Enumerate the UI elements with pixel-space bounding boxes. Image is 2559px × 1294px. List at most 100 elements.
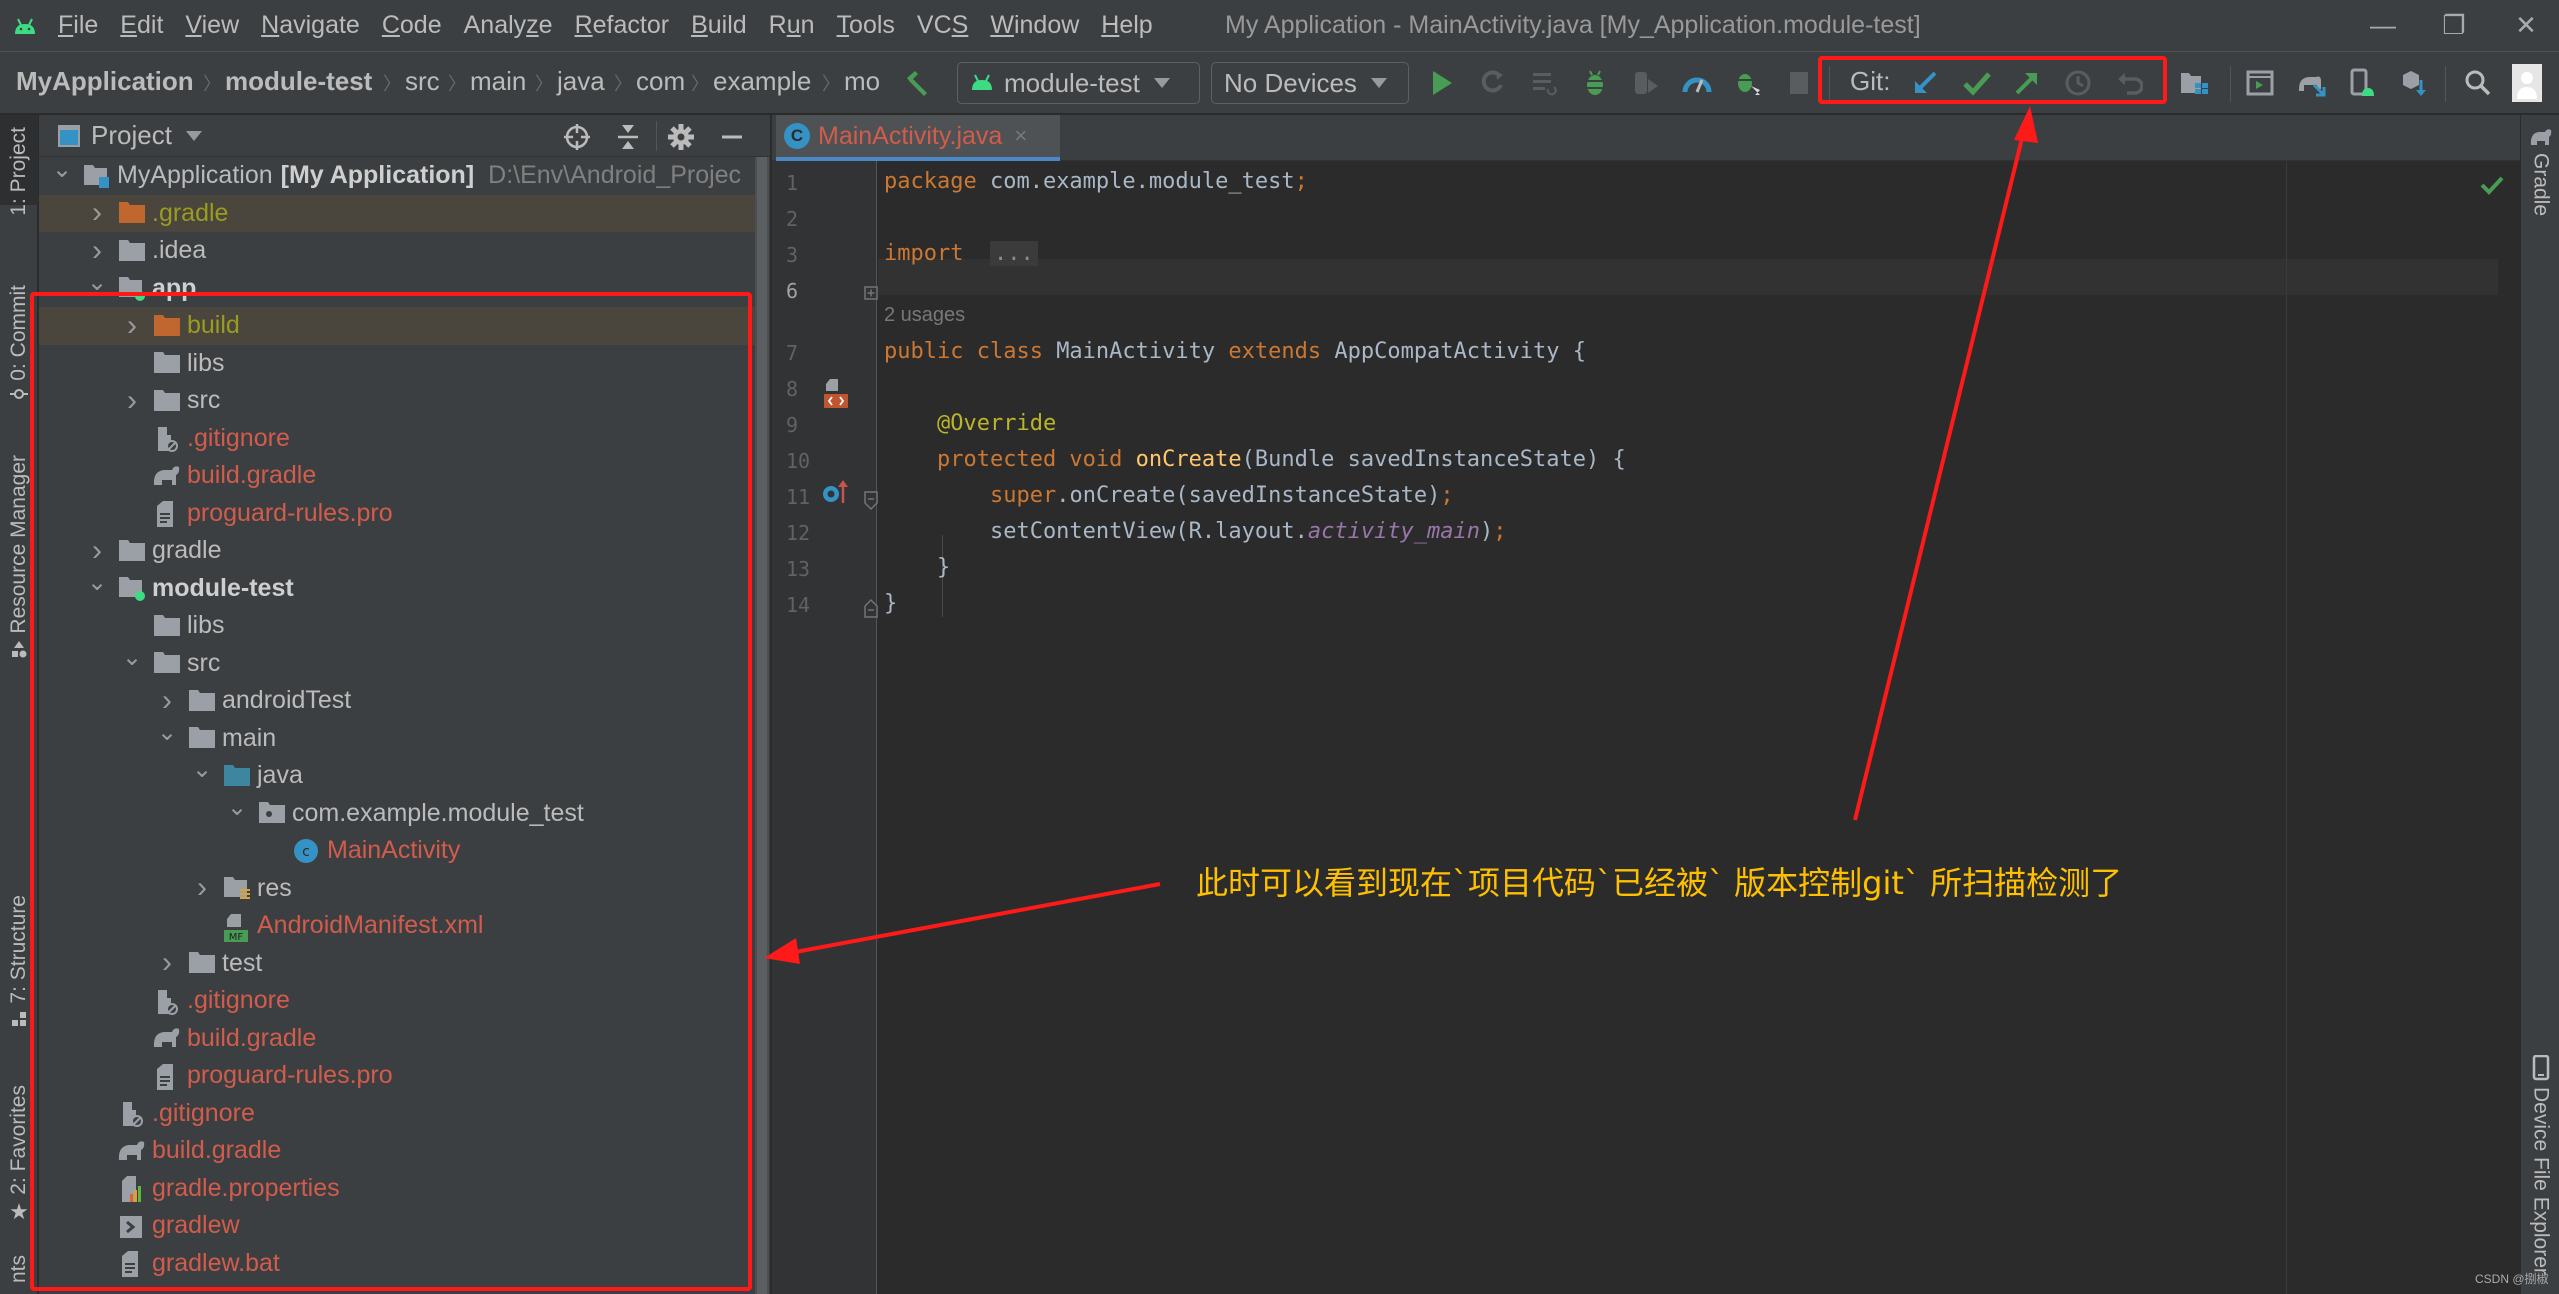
tree-item[interactable]: proguard-rules.pro — [39, 1057, 761, 1095]
tree-item[interactable]: › src — [39, 382, 761, 420]
scrollbar-thumb[interactable] — [757, 157, 767, 1294]
apply-changes-icon[interactable] — [1478, 68, 1508, 98]
git-push-icon[interactable] — [2012, 68, 2042, 98]
menu-run[interactable]: Run — [769, 11, 815, 40]
close-tab-icon[interactable]: × — [1014, 123, 1027, 149]
code-line[interactable]: protected void onCreate(Bundle savedInst… — [884, 447, 1626, 472]
tree-item[interactable]: proguard-rules.pro — [39, 495, 761, 533]
code-line[interactable]: public class MainActivity extends AppCom… — [884, 339, 1586, 364]
chevron-down-icon[interactable]: ⌄ — [121, 643, 143, 672]
menu-file[interactable]: File — [58, 11, 98, 40]
tree-item[interactable]: › androidTest — [39, 682, 761, 720]
close-window-button[interactable]: ✕ — [2506, 10, 2546, 40]
restore-button[interactable]: ❐ — [2434, 10, 2474, 40]
tree-item[interactable]: libs — [39, 607, 761, 645]
code-line[interactable]: setContentView(R.layout.activity_main); — [884, 519, 1507, 544]
breadcrumb-item[interactable]: example — [713, 66, 811, 97]
run-config-dropdown[interactable]: module-test — [957, 62, 1200, 104]
breadcrumb-item[interactable]: com — [636, 66, 685, 97]
avd-terminal-icon[interactable] — [2245, 68, 2275, 98]
tree-item[interactable]: ⌄ src — [39, 643, 761, 683]
chevron-down-icon[interactable]: ⌄ — [51, 155, 73, 184]
menu-view[interactable]: View — [185, 11, 239, 40]
tool-tab-variants[interactable]: nts — [0, 1255, 38, 1294]
minimize-button[interactable]: — — [2363, 10, 2403, 40]
locate-file-icon[interactable] — [563, 123, 591, 151]
git-commit-icon[interactable] — [1962, 68, 1992, 98]
git-history-icon[interactable] — [2063, 68, 2093, 98]
fold-collapse-icon[interactable] — [864, 491, 878, 511]
code-area[interactable]: 2 usages package com.example.module_test… — [878, 161, 2520, 1294]
tree-item[interactable]: › .idea — [39, 232, 761, 270]
usages-inlay-hint[interactable]: 2 usages — [884, 304, 965, 327]
tool-tab-favorites[interactable]: 2: Favorites ★ — [0, 1085, 38, 1240]
tree-item[interactable]: gradle.properties — [39, 1170, 761, 1208]
code-line[interactable]: @Override — [884, 411, 1056, 436]
sync-gradle-icon[interactable] — [2296, 68, 2326, 98]
search-icon[interactable] — [2463, 68, 2493, 98]
menu-help[interactable]: Help — [1101, 11, 1152, 40]
tree-item[interactable]: build.gradle — [39, 1020, 761, 1058]
code-line[interactable]: package com.example.module_test; — [884, 169, 1308, 194]
android-component-icon[interactable] — [824, 378, 850, 408]
tree-item[interactable]: › build — [39, 307, 761, 345]
tool-tab-device-file-explorer[interactable]: Device File Explorer — [2521, 1055, 2559, 1294]
chevron-right-icon[interactable]: › — [86, 234, 108, 268]
code-line[interactable]: } — [884, 555, 950, 580]
chevron-down-icon[interactable] — [185, 130, 202, 141]
menu-build[interactable]: Build — [691, 11, 747, 40]
chevron-down-icon[interactable]: ⌄ — [86, 568, 108, 597]
debug-icon[interactable] — [1580, 68, 1610, 98]
code-line[interactable]: import ... — [884, 241, 1038, 266]
tree-item[interactable]: › test — [39, 945, 761, 983]
menu-analyze[interactable]: Analyze — [464, 11, 553, 40]
tree-item[interactable]: .gitignore — [39, 982, 761, 1020]
chevron-right-icon[interactable]: › — [86, 534, 108, 568]
tool-tab-gradle[interactable]: Gradle — [2521, 127, 2559, 247]
code-line[interactable]: super.onCreate(savedInstanceState); — [884, 483, 1454, 508]
chevron-down-icon[interactable]: ⌄ — [156, 718, 178, 747]
breadcrumb-item[interactable]: main — [470, 66, 526, 97]
fold-end-icon[interactable] — [864, 598, 878, 618]
fold-expand-icon[interactable] — [864, 286, 878, 300]
hide-panel-icon[interactable] — [718, 123, 746, 151]
project-structure-icon[interactable] — [2179, 68, 2209, 98]
tree-item[interactable]: build.gradle — [39, 1132, 761, 1170]
chevron-down-icon[interactable]: ⌄ — [191, 755, 213, 784]
tree-item[interactable]: ⌄ MyApplication [My Application] D:\Env\And… — [39, 155, 761, 195]
sdk-manager-icon[interactable] — [2398, 68, 2428, 98]
tool-tab-structure[interactable]: 7: Structure — [0, 895, 38, 1060]
tree-item[interactable]: ⌄ module-test — [39, 568, 761, 608]
chevron-right-icon[interactable]: › — [156, 684, 178, 718]
tab-mainactivity-java[interactable]: C MainActivity.java × — [776, 115, 1060, 161]
menu-vcs[interactable]: VCS — [917, 11, 968, 40]
folded-imports[interactable]: ... — [989, 241, 1038, 266]
chevron-down-icon[interactable]: ⌄ — [226, 793, 248, 822]
apply-code-changes-icon[interactable] — [1529, 68, 1559, 98]
tree-item[interactable]: .gitignore — [39, 420, 761, 458]
chevron-right-icon[interactable]: › — [121, 309, 143, 343]
menu-navigate[interactable]: Navigate — [261, 11, 360, 40]
chevron-right-icon[interactable]: › — [191, 871, 213, 905]
chevron-right-icon[interactable]: › — [121, 384, 143, 418]
menu-window[interactable]: Window — [990, 11, 1079, 40]
collapse-all-icon[interactable] — [614, 123, 642, 151]
tool-tab-resource-manager[interactable]: Resource Manager — [0, 455, 38, 685]
make-project-icon[interactable] — [903, 68, 933, 98]
breadcrumb-item[interactable]: java — [557, 66, 605, 97]
chevron-down-icon[interactable]: ⌄ — [86, 268, 108, 297]
git-update-project-icon[interactable] — [1910, 68, 1940, 98]
menu-tools[interactable]: Tools — [837, 11, 895, 40]
tree-item[interactable]: MF AndroidManifest.xml — [39, 907, 761, 945]
chevron-right-icon[interactable]: › — [86, 196, 108, 230]
run-icon[interactable] — [1427, 68, 1457, 98]
menu-refactor[interactable]: Refactor — [575, 11, 670, 40]
override-method-icon[interactable] — [822, 479, 850, 505]
tree-item[interactable]: ⌄ app — [39, 268, 761, 308]
project-view-selector[interactable]: Project — [91, 120, 172, 151]
tree-item[interactable]: › res — [39, 870, 761, 908]
tool-tab-commit[interactable]: 0: Commit — [0, 285, 38, 435]
tool-tab-project[interactable]: 1: Project — [0, 115, 38, 216]
tree-item[interactable]: c MainActivity — [39, 832, 761, 870]
profiler-gauge-icon[interactable] — [1682, 68, 1712, 98]
